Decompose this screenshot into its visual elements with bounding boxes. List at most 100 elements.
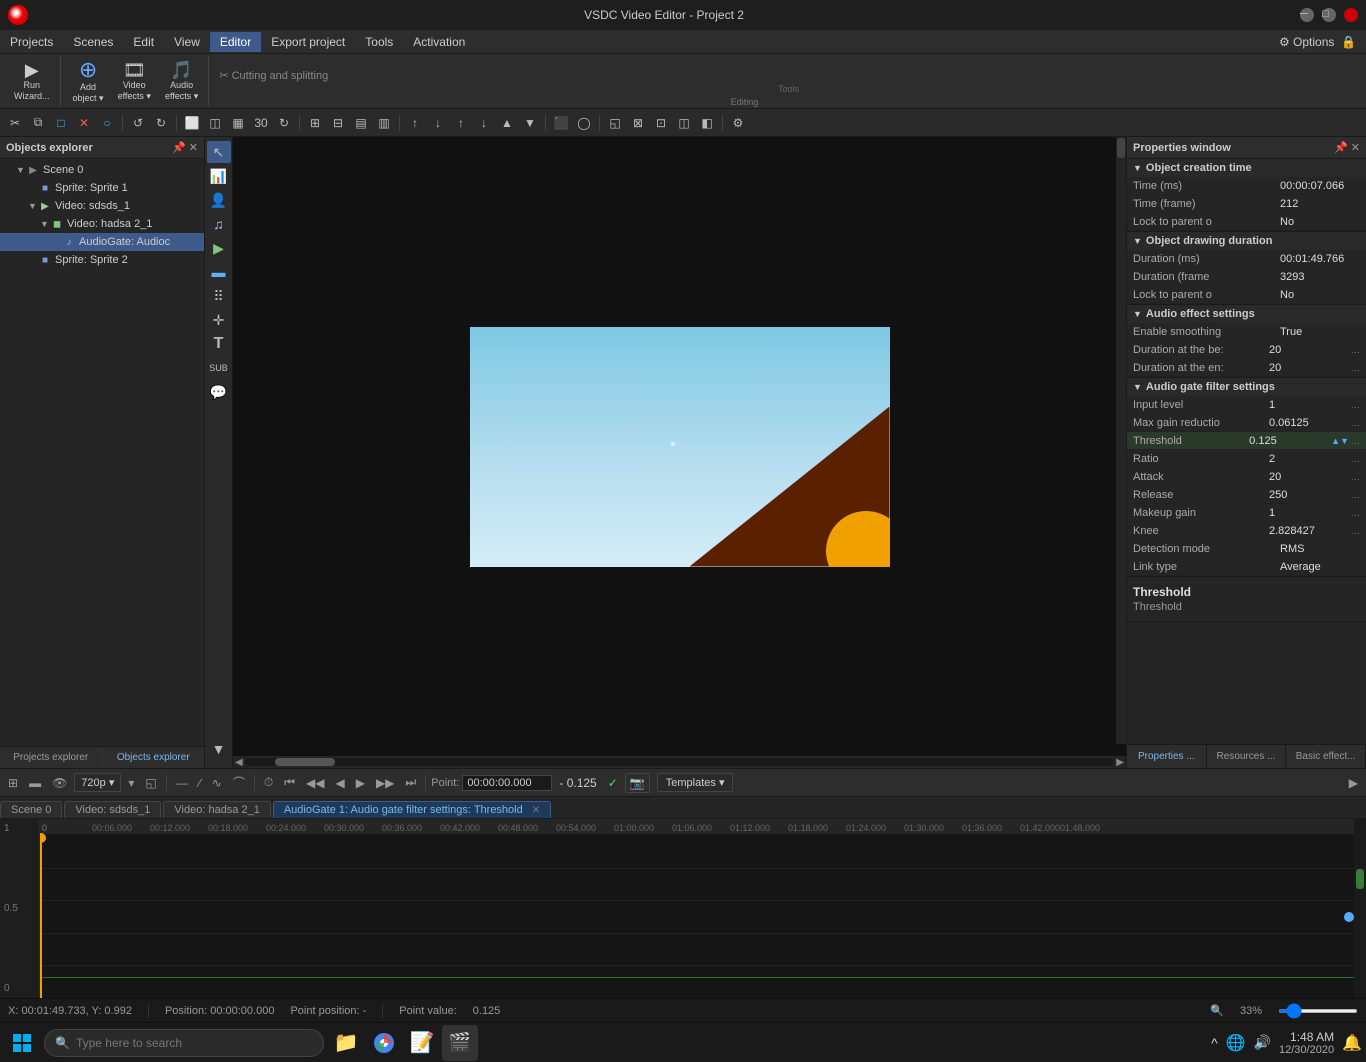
prop-edit-release[interactable]: … bbox=[1351, 490, 1360, 500]
tl-templates-btn[interactable]: Templates ▾ bbox=[657, 773, 734, 792]
align2-btn[interactable]: ▥ bbox=[373, 112, 395, 134]
tl-diag-btn[interactable]: ∕ bbox=[195, 774, 205, 792]
redo-btn[interactable]: ↻ bbox=[150, 112, 172, 134]
menu-activation[interactable]: Activation bbox=[403, 32, 475, 52]
settings2-btn[interactable]: ⚙ bbox=[727, 112, 749, 134]
scroll-left-arrow[interactable]: ◀ bbox=[235, 757, 243, 768]
up-btn[interactable]: ↑ bbox=[404, 112, 426, 134]
snap5-btn[interactable]: ◧ bbox=[696, 112, 718, 134]
play-tool-btn[interactable]: ▶ bbox=[207, 237, 231, 259]
props-tab-properties[interactable]: Properties ... bbox=[1127, 745, 1207, 768]
options-button[interactable]: ⚙ Options 🔒 bbox=[1269, 32, 1366, 52]
tl-line-btn[interactable]: — bbox=[172, 774, 192, 792]
tree-item-scene0[interactable]: ▼ ▶ Scene 0 bbox=[0, 161, 204, 179]
tl-next-btn[interactable]: ▶▶ bbox=[372, 774, 398, 792]
down2-btn[interactable]: ↓ bbox=[473, 112, 495, 134]
tl-prev-frame-btn[interactable]: ◀◀ bbox=[302, 774, 328, 792]
start-button[interactable] bbox=[4, 1025, 40, 1061]
tl-snap-btn[interactable]: ◱ bbox=[141, 774, 160, 792]
undo-btn[interactable]: ↺ bbox=[127, 112, 149, 134]
tl-resolution-btn[interactable]: 720p ▾ bbox=[74, 773, 121, 792]
nav-right-btn[interactable]: ⊟ bbox=[327, 112, 349, 134]
dots-tool-btn[interactable]: ⠿ bbox=[207, 285, 231, 307]
tl-prev-key-btn[interactable]: ⏮ bbox=[280, 773, 299, 792]
threshold-spinner-up[interactable]: ▲ bbox=[1331, 436, 1340, 446]
copy-icon-btn[interactable]: ⧉ bbox=[27, 112, 49, 134]
maximize-button[interactable]: □ bbox=[1322, 8, 1336, 22]
select-btn[interactable]: ⬜ bbox=[181, 112, 203, 134]
tl-right-arrow-btn[interactable]: ▶ bbox=[1345, 774, 1362, 792]
circle2-btn[interactable]: ◯ bbox=[573, 112, 595, 134]
taskbar-app-word[interactable]: 📝 bbox=[404, 1025, 440, 1061]
up2-btn[interactable]: ↑ bbox=[450, 112, 472, 134]
close-button[interactable] bbox=[1344, 8, 1358, 22]
move-btn[interactable]: ◫ bbox=[204, 112, 226, 134]
taskbar-app-chrome[interactable] bbox=[366, 1025, 402, 1061]
prop-edit-dur-begin[interactable]: … bbox=[1351, 345, 1360, 355]
close-audiogate-tab[interactable]: ✕ bbox=[532, 805, 540, 816]
menu-projects[interactable]: Projects bbox=[0, 32, 63, 52]
grid-btn[interactable]: ▦ bbox=[227, 112, 249, 134]
music-tool-btn[interactable]: ♫ bbox=[207, 213, 231, 235]
tl-arc-btn[interactable]: ⌒ bbox=[229, 772, 249, 793]
prop-edit-attack[interactable]: … bbox=[1351, 472, 1360, 482]
tl-eye-btn[interactable]: 👁 bbox=[48, 774, 71, 792]
props-tab-basic-effect[interactable]: Basic effect... bbox=[1286, 745, 1366, 768]
scroll-track[interactable] bbox=[245, 758, 1115, 766]
menu-edit[interactable]: Edit bbox=[123, 32, 164, 52]
props-pin-btn[interactable]: 📌 bbox=[1334, 141, 1348, 154]
prop-section-creation-header[interactable]: ▼ Object creation time bbox=[1127, 159, 1366, 177]
tl-check-btn[interactable]: ✓ bbox=[604, 774, 622, 792]
frame-btn[interactable]: 30 bbox=[250, 112, 272, 134]
chart-tool-btn[interactable]: 📊 bbox=[207, 165, 231, 187]
prop-edit-dur-end[interactable]: … bbox=[1351, 363, 1360, 373]
menu-scenes[interactable]: Scenes bbox=[63, 32, 123, 52]
bubble-tool-btn[interactable]: 💬 bbox=[207, 381, 231, 403]
prop-edit-max-gain[interactable]: … bbox=[1351, 418, 1360, 428]
prop-edit-makeup[interactable]: … bbox=[1351, 508, 1360, 518]
taskbar-chevron-up[interactable]: ^ bbox=[1211, 1035, 1218, 1051]
scroll-thumb[interactable] bbox=[275, 758, 335, 766]
person-tool-btn[interactable]: 👤 bbox=[207, 189, 231, 211]
cut-icon-btn[interactable]: ✂ bbox=[4, 112, 26, 134]
tree-item-video-hadsa[interactable]: ▼ ◼ Video: hadsa 2_1 bbox=[0, 215, 204, 233]
cursor-tool-btn[interactable]: ↖ bbox=[207, 141, 231, 163]
down-btn[interactable]: ↓ bbox=[427, 112, 449, 134]
tl-grid-btn[interactable]: ⊞ bbox=[4, 774, 22, 792]
tl-arrow-btn[interactable]: ▾ bbox=[124, 774, 138, 792]
threshold-spinner-down[interactable]: ▼ bbox=[1340, 436, 1349, 446]
menu-tools[interactable]: Tools bbox=[355, 32, 403, 52]
taskbar-app-files[interactable]: 📁 bbox=[328, 1025, 364, 1061]
taskbar-app-vsdc[interactable]: 🎬 bbox=[442, 1025, 478, 1061]
circle-icon-btn[interactable]: ○ bbox=[96, 112, 118, 134]
text-tool-btn[interactable]: T bbox=[207, 333, 231, 355]
tl-prev-btn[interactable]: ◀ bbox=[331, 774, 348, 792]
tl-tab-scene0[interactable]: Scene 0 bbox=[0, 801, 62, 818]
prop-edit-threshold[interactable]: … bbox=[1351, 436, 1360, 446]
paste-icon-btn[interactable]: □ bbox=[50, 112, 72, 134]
snap2-btn[interactable]: ⊠ bbox=[627, 112, 649, 134]
preview-vscroll[interactable] bbox=[1116, 137, 1126, 744]
nav-left-btn[interactable]: ⊞ bbox=[304, 112, 326, 134]
tl-clock-btn[interactable]: ⏱ bbox=[260, 773, 277, 792]
panel-pin-btn[interactable]: 📌 bbox=[172, 141, 186, 154]
taskbar-search-box[interactable]: 🔍 Type here to search bbox=[44, 1029, 324, 1057]
bottom-btn[interactable]: ▼ bbox=[519, 112, 541, 134]
prop-edit-input-level[interactable]: … bbox=[1351, 400, 1360, 410]
tl-rect-btn[interactable]: ▬ bbox=[25, 774, 45, 792]
props-close-btn[interactable]: ✕ bbox=[1351, 141, 1360, 154]
tl-camera-btn[interactable]: 📷 bbox=[625, 773, 650, 793]
minimize-button[interactable]: ─ bbox=[1300, 8, 1314, 22]
tree-item-sprite2[interactable]: ■ Sprite: Sprite 2 bbox=[0, 251, 204, 269]
waveform-vscroll-thumb[interactable] bbox=[1356, 869, 1364, 889]
menu-editor[interactable]: Editor bbox=[210, 32, 261, 52]
waveform-vscroll-track[interactable] bbox=[1355, 819, 1366, 998]
prop-section-gate-header[interactable]: ▼ Audio gate filter settings bbox=[1127, 378, 1366, 396]
tl-tab-video-sdsds[interactable]: Video: sdsds_1 bbox=[64, 801, 161, 818]
snap-btn[interactable]: ◱ bbox=[604, 112, 626, 134]
panel-close-btn[interactable]: ✕ bbox=[189, 141, 198, 154]
rotate-btn[interactable]: ↻ bbox=[273, 112, 295, 134]
snap3-btn[interactable]: ⊡ bbox=[650, 112, 672, 134]
tree-item-sprite1[interactable]: ■ Sprite: Sprite 1 bbox=[0, 179, 204, 197]
tl-next-key-btn[interactable]: ⏭ bbox=[401, 773, 420, 792]
